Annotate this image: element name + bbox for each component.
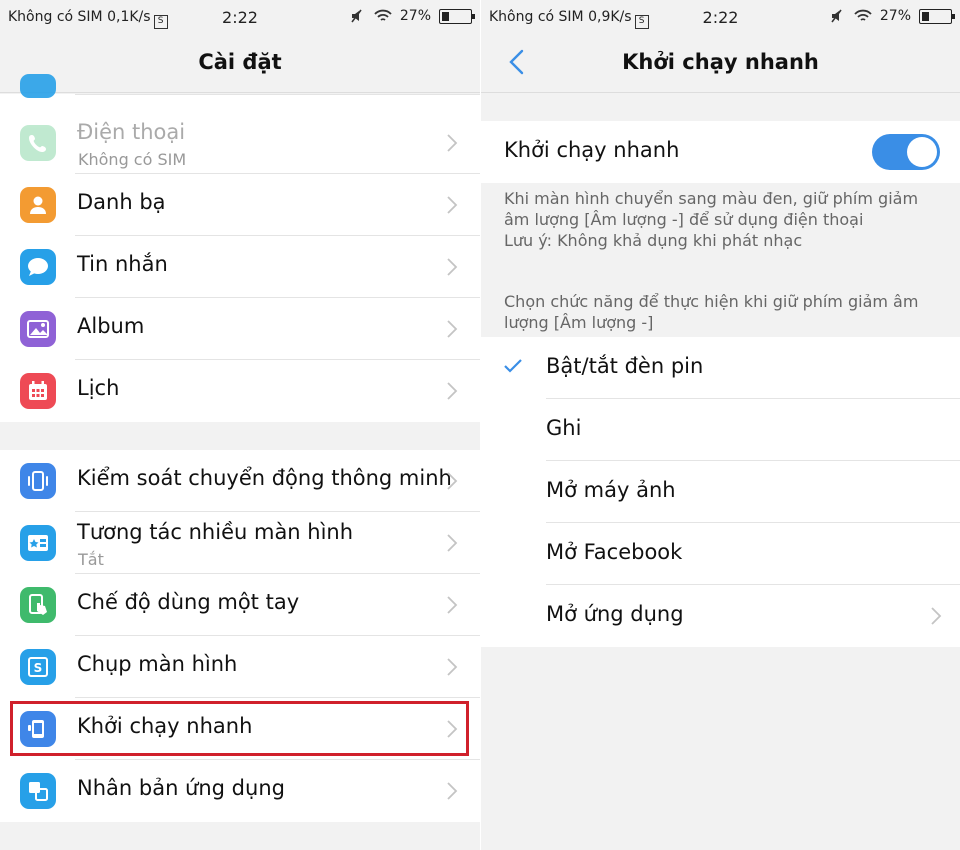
settings-item-che-do-dung-mot-tay[interactable]: Chế độ dùng một tay bbox=[0, 574, 480, 636]
page-title: Cài đặt bbox=[198, 50, 282, 74]
wifi-icon bbox=[854, 9, 872, 21]
multi-screen-icon bbox=[20, 525, 56, 561]
option-label: Bật/tắt đèn pin bbox=[546, 354, 704, 378]
quick-launch-switch[interactable] bbox=[872, 134, 940, 170]
option-bat-tat-den-pin[interactable]: Bật/tắt đèn pin bbox=[481, 337, 960, 399]
settings-item-album[interactable]: Album bbox=[0, 298, 480, 360]
option-mo-ung-dung[interactable]: Mở ứng dụng bbox=[481, 585, 960, 647]
section-caption: Chọn chức năng để thực hiện khi giữ phím… bbox=[504, 292, 919, 332]
item-label: Tin nhắn bbox=[77, 252, 168, 276]
item-label: Tương tác nhiều màn hình bbox=[77, 520, 354, 544]
settings-item-danh-ba[interactable]: Danh bạ bbox=[0, 174, 480, 236]
option-label: Mở ứng dụng bbox=[546, 602, 684, 626]
settings-item-dien-thoai[interactable]: Điện thoại Không có SIM bbox=[0, 112, 480, 174]
chevron-right-icon bbox=[446, 319, 458, 339]
screenshot-icon: S bbox=[20, 649, 56, 685]
option-ghi[interactable]: Ghi bbox=[481, 399, 960, 461]
album-icon bbox=[20, 311, 56, 347]
chevron-right-icon bbox=[446, 133, 458, 153]
item-subtitle: Không có SIM bbox=[78, 150, 187, 169]
scrolled-item-icon bbox=[20, 74, 56, 98]
settings-item-tuong-tac-nhieu-man-hinh[interactable]: Tương tác nhiều màn hình Tắt bbox=[0, 512, 480, 574]
chevron-right-icon bbox=[446, 381, 458, 401]
app-clone-icon bbox=[20, 773, 56, 809]
battery-fill bbox=[922, 11, 929, 21]
mute-icon bbox=[351, 9, 362, 23]
chevron-right-icon bbox=[446, 657, 458, 677]
chevron-right-icon bbox=[446, 533, 458, 553]
battery-fill bbox=[442, 11, 449, 21]
motion-control-icon bbox=[20, 463, 56, 499]
wifi-icon bbox=[374, 9, 392, 21]
one-hand-icon bbox=[20, 587, 56, 623]
option-label: Mở máy ảnh bbox=[546, 478, 676, 502]
description-note: Khi màn hình chuyển sang màu đen, giữ ph… bbox=[504, 188, 942, 251]
settings-group-apps: Điện thoại Không có SIM Danh bạ Tin nhắn Alb… bbox=[0, 74, 480, 422]
highlight-box bbox=[10, 701, 469, 756]
chevron-right-icon bbox=[930, 606, 942, 626]
battery-icon bbox=[439, 8, 475, 24]
nav-bar: Cài đặt bbox=[0, 33, 480, 93]
battery-icon bbox=[919, 8, 955, 24]
status-bar: Không có SIM 0,9K/s S 2:22 27% bbox=[481, 0, 960, 33]
item-label: Chế độ dùng một tay bbox=[77, 590, 300, 614]
contact-icon bbox=[20, 187, 56, 223]
page-title: Khởi chạy nhanh bbox=[622, 50, 819, 74]
toggle-label: Khởi chạy nhanh bbox=[504, 138, 680, 162]
status-bar: Không có SIM 0,1K/s S 2:22 27% bbox=[0, 0, 480, 33]
settings-item-nhan-ban-ung-dung[interactable]: Nhân bản ứng dụng bbox=[0, 760, 480, 822]
item-label: Nhân bản ứng dụng bbox=[77, 776, 285, 800]
option-mo-facebook[interactable]: Mở Facebook bbox=[481, 523, 960, 585]
mute-icon bbox=[831, 9, 842, 23]
function-options: Bật/tắt đèn pin Ghi Mở máy ảnh Mở Facebook M… bbox=[481, 337, 960, 647]
description-text: Khi màn hình chuyển sang màu đen, giữ ph… bbox=[504, 189, 919, 229]
chevron-right-icon bbox=[446, 781, 458, 801]
settings-item-chup-man-hinh[interactable]: S Chụp màn hình bbox=[0, 636, 480, 698]
settings-group-features: Kiểm soát chuyển động thông minh Tương tá… bbox=[0, 450, 480, 822]
quick-launch-toggle-row[interactable]: Khởi chạy nhanh bbox=[481, 121, 960, 183]
settings-item-tin-nhan[interactable]: Tin nhắn bbox=[0, 236, 480, 298]
item-label: Danh bạ bbox=[77, 190, 166, 214]
battery-percent: 27% bbox=[879, 8, 911, 24]
option-label: Mở Facebook bbox=[546, 540, 683, 564]
item-subtitle: Tắt bbox=[78, 550, 104, 569]
option-label: Ghi bbox=[546, 416, 582, 440]
message-icon bbox=[20, 249, 56, 285]
checkmark-icon bbox=[503, 358, 523, 374]
switch-knob bbox=[907, 137, 937, 167]
chevron-right-icon bbox=[446, 257, 458, 277]
settings-item-kiem-soat-chuyen-dong-thong-minh[interactable]: Kiểm soát chuyển động thông minh bbox=[0, 450, 480, 512]
item-label: Kiểm soát chuyển động thông minh bbox=[77, 466, 452, 490]
chevron-right-icon bbox=[446, 471, 458, 491]
chevron-right-icon bbox=[446, 595, 458, 615]
item-label: Điện thoại bbox=[77, 120, 186, 144]
option-mo-may-anh[interactable]: Mở máy ảnh bbox=[481, 461, 960, 523]
chevron-right-icon bbox=[446, 195, 458, 215]
calendar-icon bbox=[20, 373, 56, 409]
warning-text: Lưu ý: Không khả dụng khi phát nhạc bbox=[504, 231, 803, 250]
battery-percent: 27% bbox=[399, 8, 431, 24]
phone-icon bbox=[20, 125, 56, 161]
item-label: Chụp màn hình bbox=[77, 652, 238, 676]
item-label: Lịch bbox=[77, 376, 120, 400]
settings-item-lich[interactable]: Lịch bbox=[0, 360, 480, 422]
item-label: Album bbox=[77, 314, 145, 338]
svg-text:S: S bbox=[34, 661, 43, 675]
nav-bar: Khởi chạy nhanh bbox=[481, 33, 960, 93]
settings-screen: Không có SIM 0,1K/s S 2:22 27% Cài đặt Đi… bbox=[0, 0, 480, 850]
quick-launch-screen: Không có SIM 0,9K/s S 2:22 27% Khởi chạy … bbox=[481, 0, 960, 850]
